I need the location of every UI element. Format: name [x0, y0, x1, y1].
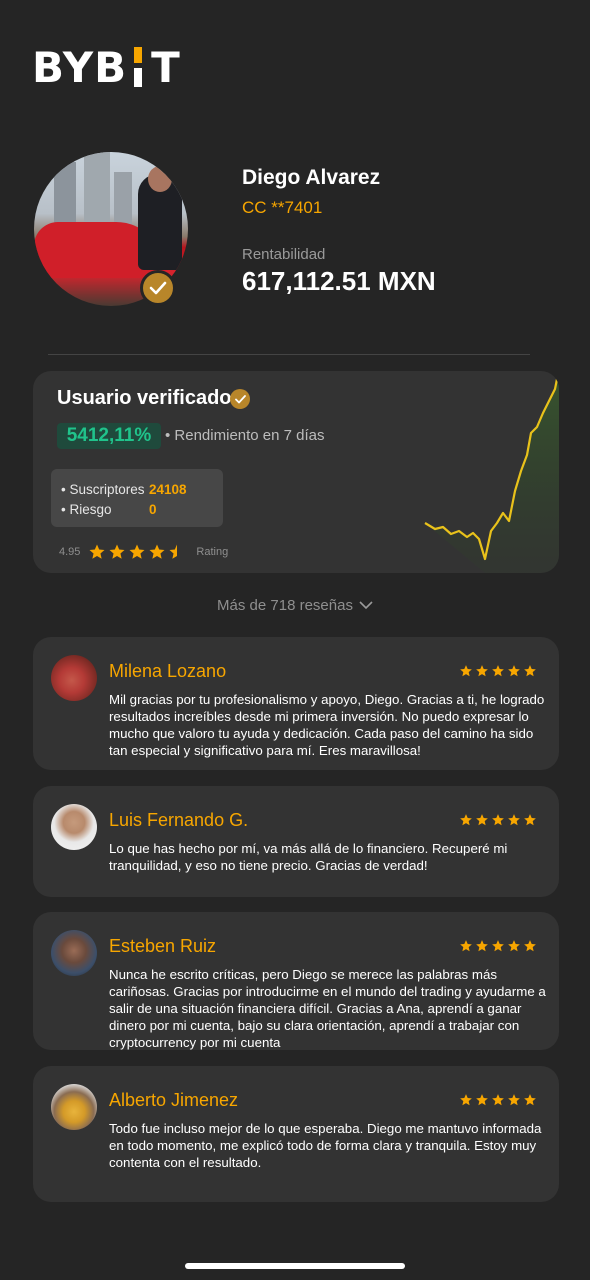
review-text: Nunca he escrito críticas, pero Diego se… — [109, 967, 546, 1050]
star-icon — [524, 665, 536, 677]
stats-box: • Suscriptores 24108 • Riesgo 0 — [51, 469, 223, 527]
reviewer-name: Esteben Ruiz — [109, 936, 217, 956]
star-icon — [492, 814, 504, 826]
star-icon — [149, 544, 165, 559]
rating-row: 4.95 Rating — [59, 543, 228, 561]
profile-avatar-wrap — [34, 152, 188, 306]
star-icon — [476, 940, 488, 952]
more-reviews-label: Más de 718 reseñas — [217, 597, 353, 614]
review-card: Alberto Jimenez Todo fue incluso mejor d… — [33, 1066, 559, 1202]
reviewer-name: Milena Lozano — [109, 661, 227, 681]
star-icon — [524, 940, 536, 952]
logo-text-left: BYB — [32, 42, 128, 92]
reviewer-avatar — [51, 930, 97, 976]
profit-label: Rentabilidad — [242, 246, 326, 263]
bybit-logo: BYB T — [32, 42, 181, 92]
reviewer-avatar — [51, 804, 97, 850]
performance-sparkline — [424, 378, 559, 573]
star-icon — [508, 940, 520, 952]
star-icon — [508, 665, 520, 677]
verified-badge-icon — [140, 270, 176, 306]
star-icon — [169, 544, 178, 559]
stat-row-subscribers: • Suscriptores 24108 — [61, 479, 223, 499]
reviewer-name: Alberto Jimenez — [109, 1090, 239, 1110]
review-stars — [459, 939, 537, 953]
home-indicator[interactable] — [185, 1263, 405, 1269]
review-card: Milena Lozano Mil gracias por tu profesi… — [33, 637, 559, 770]
star-icon — [476, 665, 488, 677]
logo-text-right: T — [151, 42, 181, 92]
review-stars — [459, 664, 537, 678]
stat-value: 24108 — [149, 481, 187, 497]
rating-stars — [88, 543, 186, 561]
divider — [48, 354, 530, 355]
reviewer-name: Luis Fernando G. — [109, 810, 249, 830]
profit-value: 617,112.51 MXN — [242, 266, 436, 296]
star-icon — [476, 814, 488, 826]
review-stars — [459, 813, 537, 827]
verified-card: Usuario verificado 5412,11% • Rendimient… — [33, 371, 559, 573]
chevron-down-icon — [359, 601, 373, 610]
review-text: Mil gracias por tu profesionalismo y apo… — [109, 692, 545, 758]
star-icon — [524, 814, 536, 826]
logo-i-mark — [131, 47, 145, 87]
star-icon — [476, 1094, 488, 1106]
review-card: Luis Fernando G. Lo que has hecho por mí… — [33, 786, 559, 897]
star-icon — [492, 1094, 504, 1106]
star-icon — [508, 1094, 520, 1106]
star-icon — [109, 544, 125, 559]
reviewer-avatar — [51, 655, 97, 701]
star-icon — [129, 544, 145, 559]
rating-label: Rating — [196, 546, 229, 558]
star-icon — [492, 665, 504, 677]
stat-label: • Suscriptores — [61, 481, 145, 497]
star-icon — [89, 544, 105, 559]
star-icon — [460, 940, 472, 952]
review-text: Lo que has hecho por mí, va más allá de … — [109, 841, 508, 873]
review-card: Esteben Ruiz Nunca he escrito críticas, … — [33, 912, 559, 1050]
stat-row-risk: • Riesgo 0 — [61, 499, 223, 519]
star-icon — [460, 1094, 472, 1106]
more-reviews-toggle[interactable]: Más de 718 reseñas — [0, 597, 590, 614]
star-icon — [524, 1094, 536, 1106]
stat-label: • Riesgo — [61, 501, 112, 517]
star-icon — [460, 665, 472, 677]
verified-title: Usuario verificado — [57, 387, 232, 409]
star-icon — [460, 814, 472, 826]
stat-value: 0 — [149, 501, 157, 517]
profile-account: CC **7401 — [242, 198, 323, 217]
reviewer-avatar — [51, 1084, 97, 1130]
performance-label: • Rendimiento en 7 días — [165, 427, 325, 444]
star-icon — [492, 940, 504, 952]
profile-name: Diego Alvarez — [242, 166, 381, 189]
review-stars — [459, 1093, 537, 1107]
review-text: Todo fue incluso mejor de lo que esperab… — [109, 1121, 542, 1170]
verified-check-icon — [230, 389, 250, 409]
performance-value: 5412,11% — [57, 423, 161, 449]
rating-value: 4.95 — [59, 546, 81, 558]
star-icon — [508, 814, 520, 826]
